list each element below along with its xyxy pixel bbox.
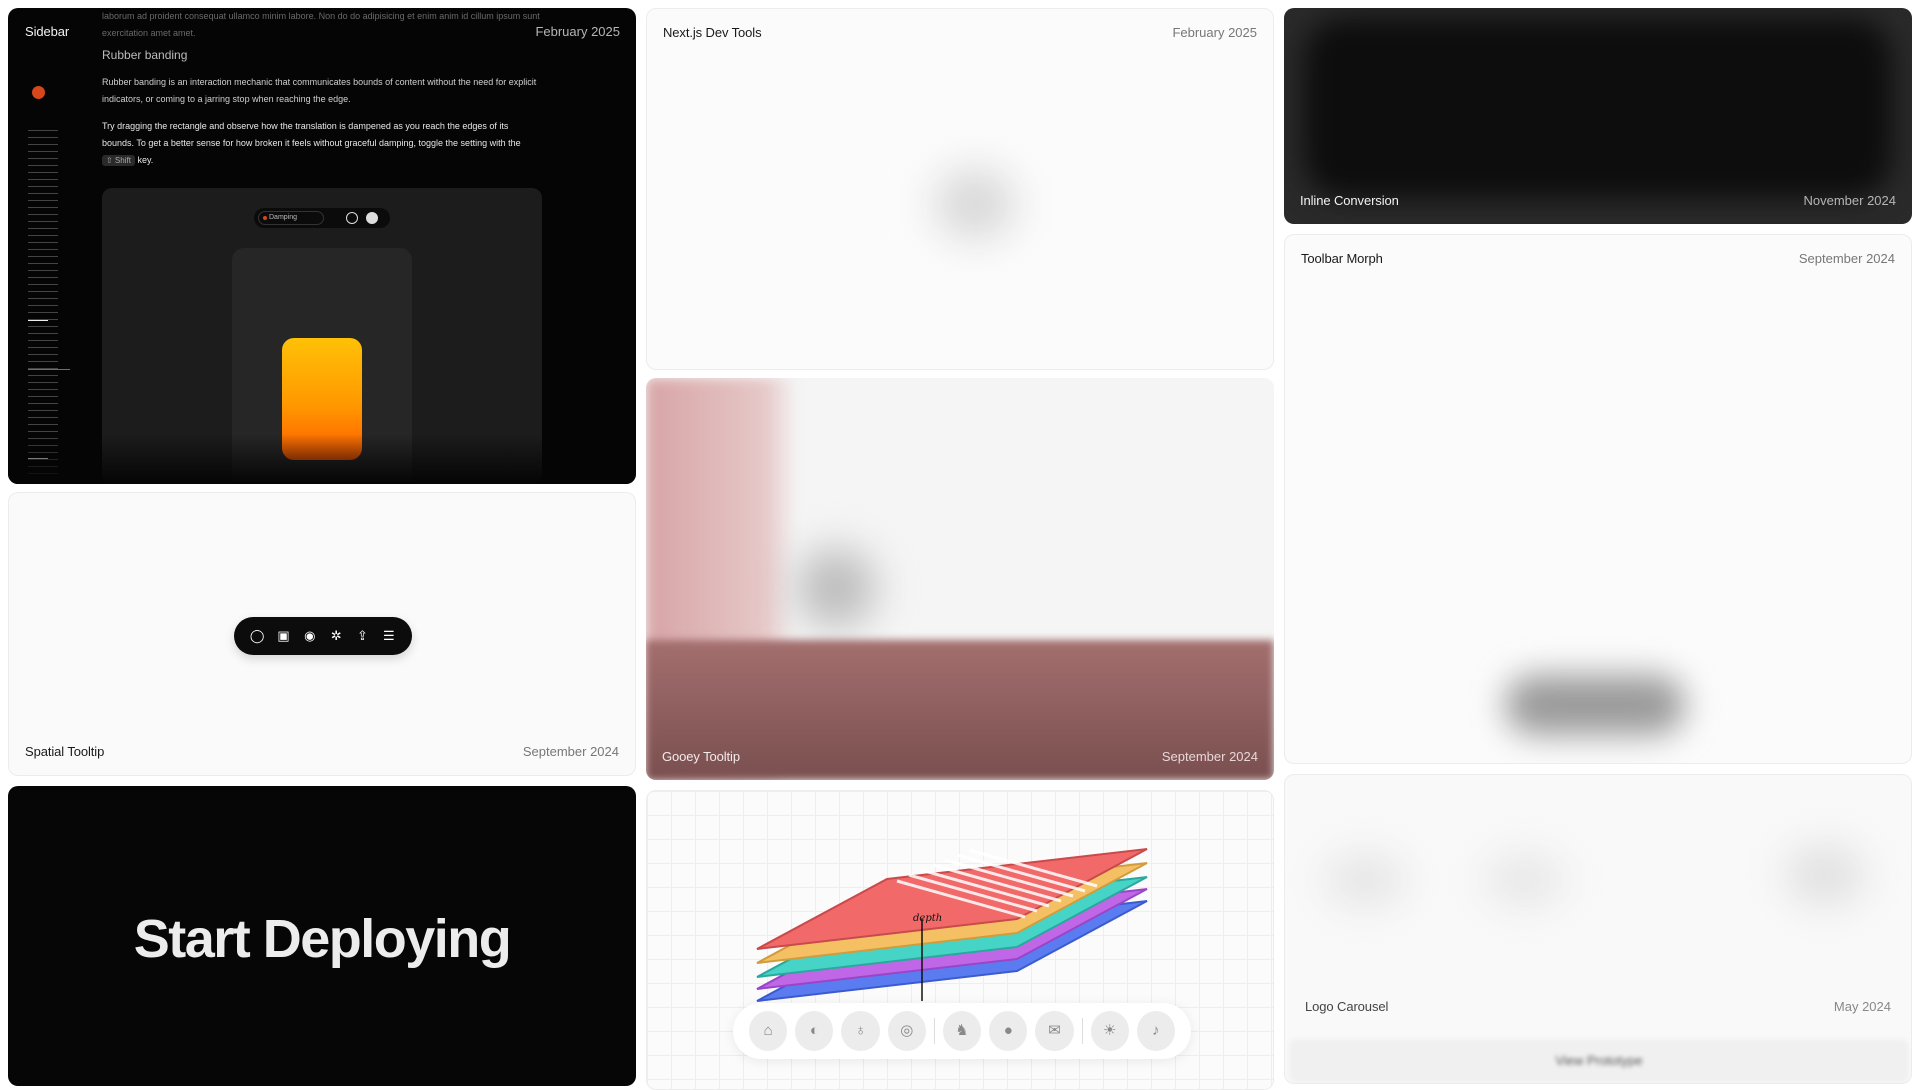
floating-toolbar: ◯ ▣ ◉ ✲ ⇪ ☰	[234, 617, 412, 655]
github-icon[interactable]: ●	[989, 1011, 1028, 1051]
inbox-icon[interactable]: ▣	[275, 628, 291, 644]
blurred-logo	[1325, 855, 1405, 905]
card-title: Spatial Tooltip	[25, 744, 105, 759]
volume-icon[interactable]: ♪	[1136, 1011, 1176, 1051]
faint-body-text: laborum ad proident consequat ullamco mi…	[102, 11, 540, 38]
card-date: September 2024	[522, 744, 619, 759]
bottom-fade	[8, 434, 636, 484]
card-date: November 2024	[1803, 193, 1897, 208]
tick-active	[28, 369, 70, 370]
github-icon[interactable]	[366, 212, 378, 224]
card-nextjs-dev-tools[interactable]: Next.js Dev Tools February 2025	[646, 8, 1274, 370]
card-layers[interactable]: depth ⌂ ◐ ♁ ◎ ♞ ● ✉ ☀ ♪	[646, 790, 1274, 1090]
bird-icon[interactable]: ♞	[942, 1011, 982, 1051]
card-title: Next.js Dev Tools	[663, 25, 762, 40]
blurred-blob	[796, 548, 876, 628]
card-date: September 2024	[1798, 251, 1895, 266]
eye-icon[interactable]: ◉	[302, 628, 318, 644]
paragraph-text: key.	[137, 155, 154, 165]
card-title: Toolbar Morph	[1301, 251, 1383, 266]
share-icon[interactable]: ⇪	[354, 628, 370, 644]
menu-icon[interactable]: ☰	[381, 628, 397, 644]
section-heading: Rubber banding	[102, 48, 188, 62]
scroll-ticks[interactable]	[28, 130, 58, 480]
blurred-logo	[1785, 845, 1865, 905]
app-dock: ⌂ ◐ ♁ ◎ ♞ ● ✉ ☀ ♪	[733, 1003, 1191, 1059]
toggle-icon[interactable]	[346, 212, 358, 224]
card-date: February 2025	[1172, 25, 1257, 40]
card-spatial-tooltip[interactable]: ◯ ▣ ◉ ✲ ⇪ ☰ Spatial Tooltip September 20…	[8, 492, 636, 776]
demo-controls: Damping	[254, 208, 390, 228]
card-title: Logo Carousel	[1305, 999, 1389, 1014]
card-title: Gooey Tooltip	[662, 749, 740, 764]
shift-key-badge: ⇧ Shift	[102, 155, 135, 166]
card-gooey-tooltip[interactable]: Gooey Tooltip September 2024	[646, 378, 1274, 780]
paint-icon[interactable]: ◐	[795, 1011, 834, 1051]
paragraph-text: Try dragging the rectangle and observe h…	[102, 121, 521, 148]
camera-icon[interactable]: ◎	[887, 1011, 926, 1051]
paragraph: Try dragging the rectangle and observe h…	[102, 118, 542, 169]
comment-icon[interactable]: ◯	[249, 628, 265, 644]
mail-icon[interactable]: ✉	[1035, 1011, 1074, 1051]
active-indicator-dot	[32, 86, 45, 99]
card-title: Inline Conversion	[1300, 193, 1399, 208]
view-prototype-button[interactable]: View Prototype	[1289, 1039, 1909, 1083]
sun-icon[interactable]: ☀	[1090, 1011, 1129, 1051]
card-start-deploying[interactable]: Start Deploying	[8, 786, 636, 1086]
tick-highlight	[28, 320, 48, 321]
card-title: Sidebar	[25, 24, 70, 39]
paragraph: Rubber banding is an interaction mechani…	[102, 77, 537, 104]
card-logo-carousel[interactable]: Logo Carousel May 2024 View Prototype	[1284, 774, 1912, 1084]
card-sidebar[interactable]: laborum ad proident consequat ullamco mi…	[8, 8, 636, 484]
card-inline-conversion[interactable]: Inline Conversion November 2024	[1284, 8, 1912, 224]
dock-divider	[933, 1018, 935, 1044]
blurred-toolbar	[1505, 675, 1685, 735]
card-date: September 2024	[1161, 749, 1258, 764]
deploy-heading: Start Deploying	[133, 909, 512, 969]
card-toolbar-morph[interactable]: Toolbar Morph September 2024	[1284, 234, 1912, 764]
gear-icon[interactable]: ✲	[328, 628, 344, 644]
blurred-preview	[935, 169, 1015, 239]
blurred-preview	[1304, 18, 1892, 198]
depth-label: depth	[913, 913, 942, 924]
home-icon[interactable]: ⌂	[749, 1011, 788, 1051]
card-date: May 2024	[1833, 999, 1891, 1014]
card-date: February 2025	[535, 24, 620, 39]
dock-divider	[1081, 1018, 1083, 1044]
damping-toggle[interactable]: Damping	[258, 211, 324, 225]
blurred-logo	[1485, 855, 1565, 905]
bulb-icon[interactable]: ♁	[841, 1011, 880, 1051]
